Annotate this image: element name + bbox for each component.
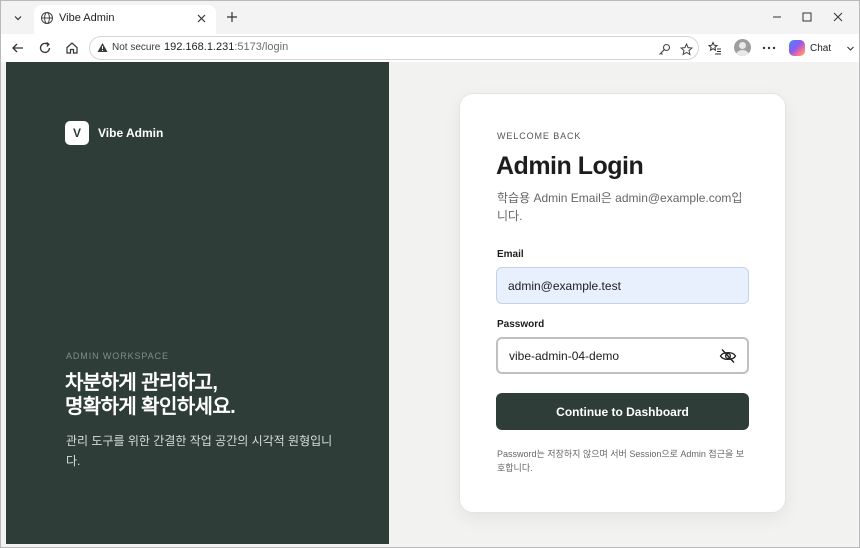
favorites-list-icon	[708, 41, 721, 55]
key-button[interactable]	[655, 40, 673, 58]
navigation-bar: Not secure 192.168.1.231:5173/login Chat	[1, 34, 859, 62]
sidebar-toggle-button[interactable]	[838, 36, 860, 60]
security-note: Password는 저장하지 않으며 서버 Session으로 Admin 접근…	[497, 449, 745, 473]
address-bar[interactable]: Not secure 192.168.1.231:5173/login	[89, 36, 699, 60]
url-path: :5173/login	[234, 41, 289, 53]
arrow-left-icon	[12, 43, 23, 53]
refresh-icon	[39, 41, 51, 54]
profile-avatar[interactable]	[734, 39, 751, 56]
email-label: Email	[497, 249, 524, 260]
toggle-password-button[interactable]	[719, 347, 737, 365]
password-field[interactable]: vibe-admin-04-demo	[496, 337, 749, 374]
close-icon	[833, 12, 843, 22]
home-button[interactable]	[60, 36, 84, 60]
password-value: vibe-admin-04-demo	[509, 348, 620, 363]
tab-vibe-admin[interactable]: Vibe Admin	[34, 5, 216, 34]
home-icon	[66, 42, 78, 54]
brand-panel: V Vibe Admin ADMIN WORKSPACE 차분하게 관리하고, …	[6, 62, 389, 544]
key-icon	[658, 43, 670, 55]
email-field[interactable]: admin@example.test	[496, 267, 749, 304]
close-icon	[197, 14, 205, 22]
browser-window: Vibe Admin Not secure 192.168.1.231:5173…	[0, 0, 860, 548]
hero-description: 관리 도구를 위한 간결한 작업 공간의 시각적 원형입니다.	[66, 434, 333, 468]
security-status: Not secure	[112, 42, 161, 53]
close-tab-button[interactable]	[192, 9, 210, 27]
copilot-icon	[789, 40, 805, 56]
tab-actions-button[interactable]	[7, 7, 29, 29]
globe-icon	[41, 12, 53, 24]
url-text: 192.168.1.231:5173/login	[164, 41, 288, 53]
continue-button[interactable]: Continue to Dashboard	[496, 393, 749, 430]
email-value: admin@example.test	[508, 278, 621, 293]
chevron-down-icon	[846, 46, 854, 51]
brand: V Vibe Admin	[65, 121, 163, 145]
back-button[interactable]	[6, 36, 30, 60]
minimize-icon	[773, 16, 781, 18]
hero-title-line-1: 차분하게 관리하고,	[65, 372, 218, 394]
hero-title-line-2: 명확하게 확인하세요.	[65, 396, 236, 418]
warning-icon	[97, 43, 108, 52]
star-icon	[679, 42, 693, 56]
more-button[interactable]	[757, 36, 781, 60]
tab-strip: Vibe Admin	[1, 1, 859, 34]
hero-title: 차분하게 관리하고, 명확하게 확인하세요.	[65, 371, 365, 419]
close-window-button[interactable]	[825, 5, 851, 29]
chat-label: Chat	[810, 42, 832, 54]
eye-off-icon	[719, 349, 737, 363]
password-label: Password	[497, 319, 545, 330]
brand-logo: V	[65, 121, 89, 145]
favorite-button[interactable]	[677, 40, 695, 58]
tab-title: Vibe Admin	[59, 12, 115, 24]
workspace-eyebrow: ADMIN WORKSPACE	[66, 351, 169, 361]
new-tab-button[interactable]	[222, 7, 242, 27]
copilot-chat-button[interactable]: Chat	[785, 36, 837, 60]
welcome-eyebrow: WELCOME BACK	[497, 131, 582, 141]
login-card: WELCOME BACK Admin Login 학습용 Admin Email…	[459, 93, 786, 513]
refresh-button[interactable]	[33, 36, 57, 60]
plus-icon	[227, 12, 237, 22]
brand-name: Vibe Admin	[98, 126, 164, 140]
favorites-button[interactable]	[703, 36, 727, 60]
page-title: Admin Login	[496, 152, 644, 180]
login-description: 학습용 Admin Email은 admin@example.com입니다.	[497, 191, 743, 223]
page-viewport: V Vibe Admin ADMIN WORKSPACE 차분하게 관리하고, …	[6, 62, 856, 544]
chevron-down-icon	[14, 16, 22, 21]
maximize-button[interactable]	[794, 5, 820, 29]
more-icon	[762, 46, 776, 50]
url-host: 192.168.1.231	[164, 41, 235, 53]
maximize-icon	[802, 12, 812, 22]
minimize-button[interactable]	[764, 5, 790, 29]
